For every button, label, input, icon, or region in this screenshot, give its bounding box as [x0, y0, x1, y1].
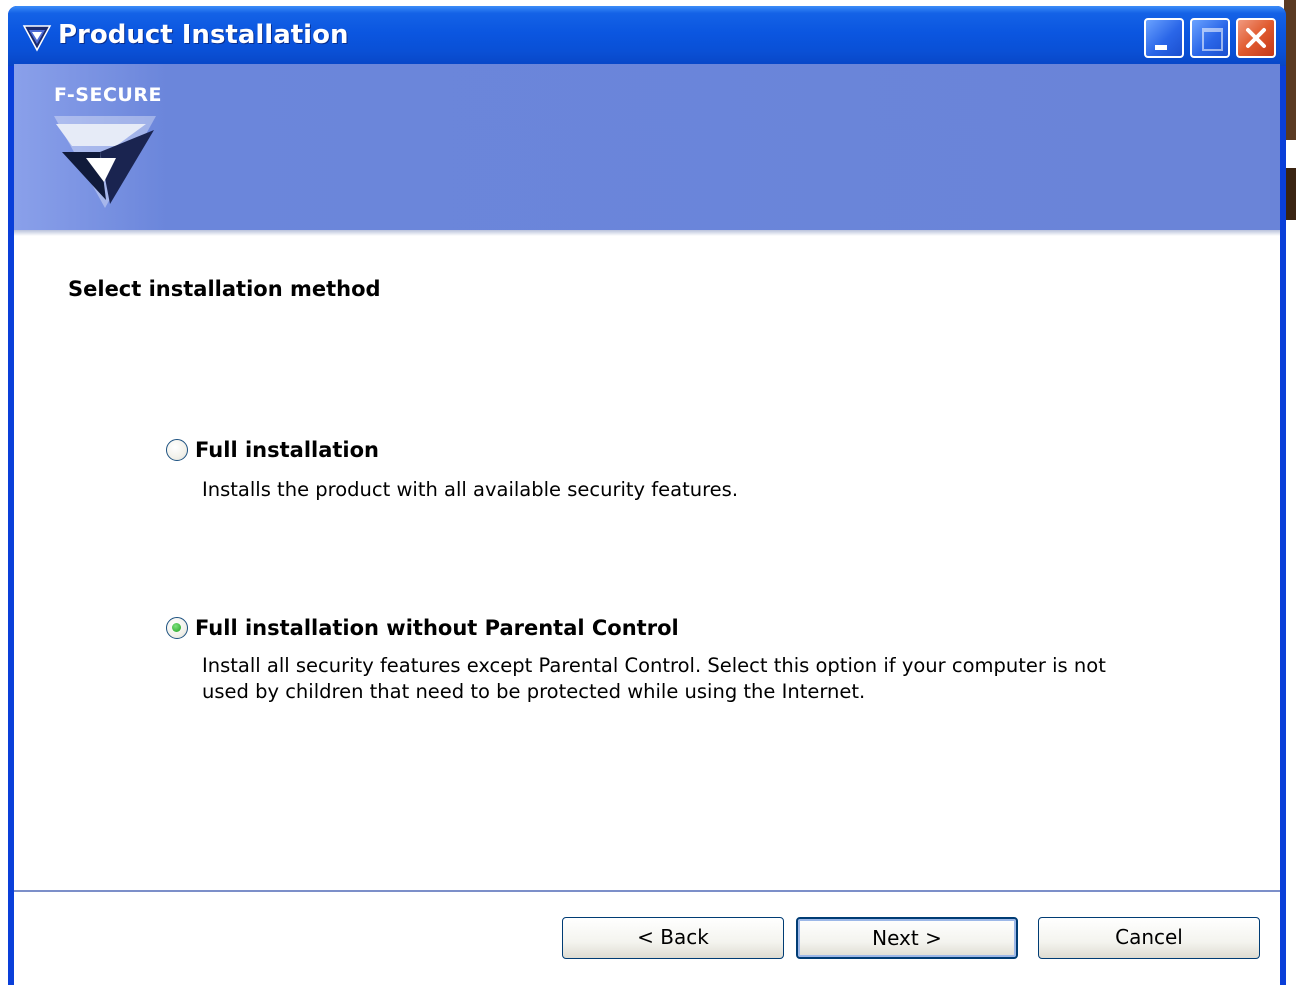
- back-button[interactable]: < Back: [562, 917, 784, 959]
- option-description: Install all security features except Par…: [202, 654, 1106, 703]
- option-full-installation-no-parental-control[interactable]: Full installation without Parental Contr…: [166, 616, 679, 640]
- option-label[interactable]: Full installation: [195, 438, 379, 462]
- installer-window: Product Installation F-SECURE Select ins…: [8, 6, 1286, 985]
- radio-full-installation[interactable]: [166, 439, 188, 461]
- brand-logo-text: F-SECURE: [54, 84, 162, 106]
- dialog-body: F-SECURE Select installation method Full…: [14, 64, 1280, 985]
- window-title: Product Installation: [58, 20, 349, 50]
- page-heading: Select installation method: [68, 277, 381, 301]
- minimize-icon: [1155, 45, 1167, 50]
- f-secure-logo-icon: [22, 25, 52, 52]
- option-description: Installs the product with all available …: [202, 478, 739, 501]
- minimize-button[interactable]: [1144, 18, 1184, 58]
- maximize-button: [1190, 18, 1230, 58]
- maximize-icon: [1202, 28, 1223, 51]
- next-button[interactable]: Next >: [796, 917, 1018, 959]
- close-button[interactable]: [1236, 18, 1276, 58]
- close-icon: [1246, 28, 1266, 48]
- cancel-button[interactable]: Cancel: [1038, 917, 1260, 959]
- header-banner: F-SECURE: [14, 64, 1280, 232]
- option-label[interactable]: Full installation without Parental Contr…: [195, 616, 679, 640]
- radio-full-installation-no-parental-control[interactable]: [166, 617, 188, 639]
- f-secure-logo-icon: [54, 116, 156, 208]
- footer-divider: [14, 890, 1280, 892]
- option-full-installation[interactable]: Full installation: [166, 438, 379, 462]
- title-bar[interactable]: Product Installation: [8, 6, 1286, 66]
